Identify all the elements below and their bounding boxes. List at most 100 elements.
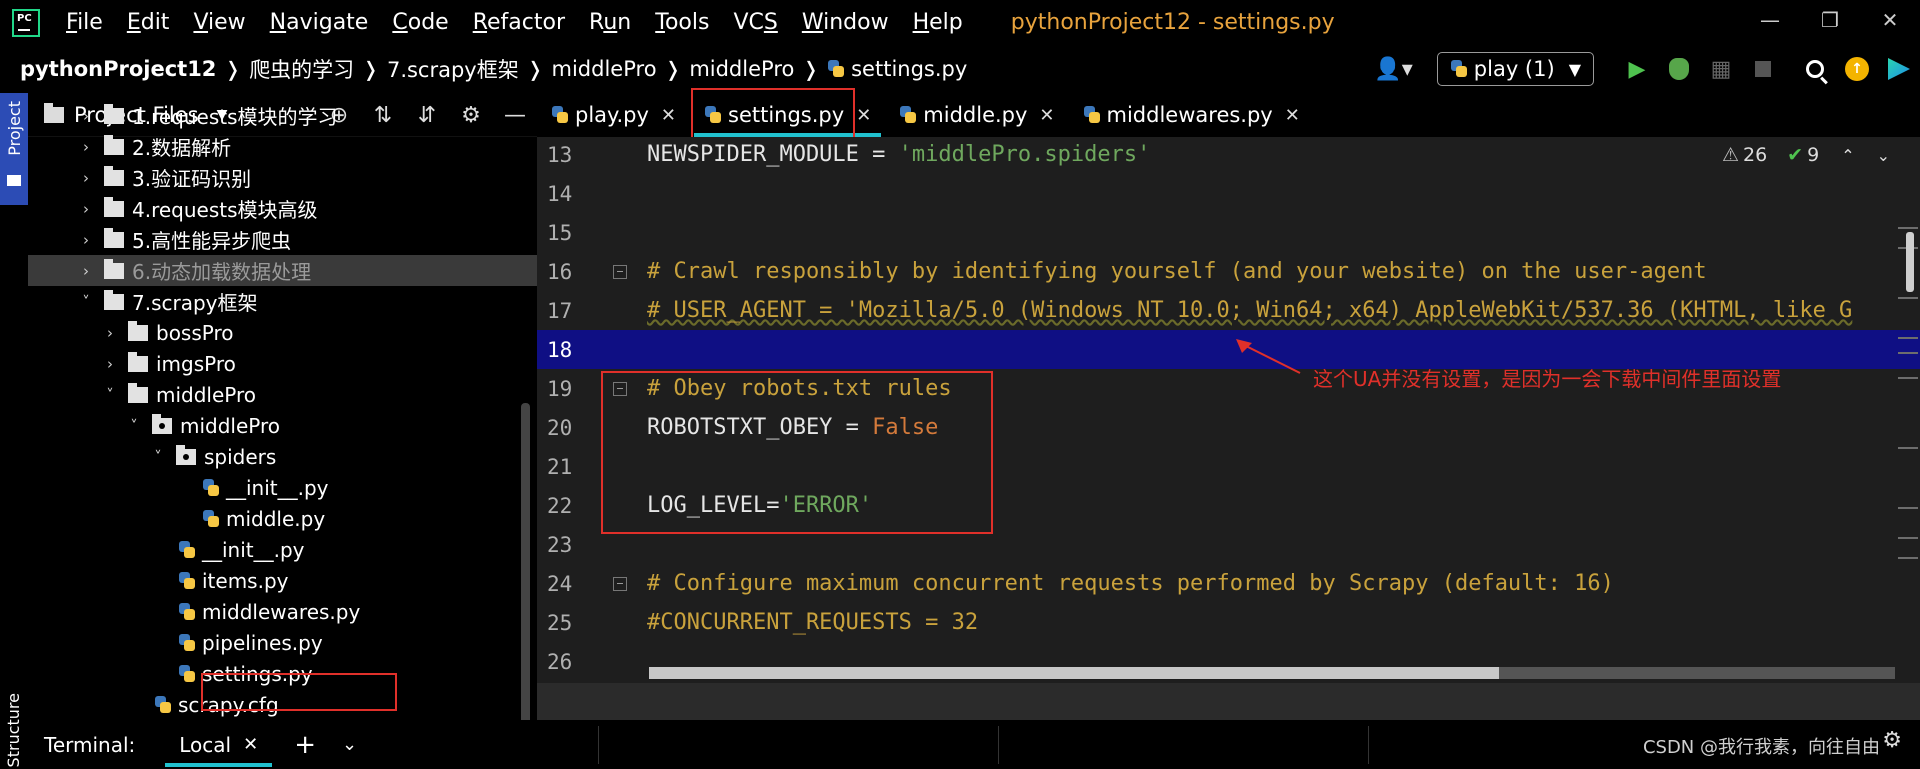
tree-item[interactable]: › 5.高性能异步爬虫: [28, 224, 537, 255]
tree-item[interactable]: › imgsPro: [28, 348, 537, 379]
tree-item[interactable]: middle.py: [28, 503, 537, 534]
stop-button[interactable]: [1742, 61, 1784, 77]
minimize-icon[interactable]: —: [1740, 0, 1800, 40]
chevron-right-icon[interactable]: ›: [78, 169, 94, 187]
chevron-right-icon[interactable]: ›: [78, 231, 94, 249]
close-icon[interactable]: ✕: [1285, 105, 1300, 126]
tree-item-label: pipelines.py: [202, 630, 323, 655]
breadcrumb-folder[interactable]: middlePro: [689, 57, 794, 81]
menu-item-text: avigate: [286, 10, 369, 35]
chevron-down-icon[interactable]: ˅: [78, 293, 94, 311]
debug-button[interactable]: [1658, 58, 1700, 80]
tree-item[interactable]: pipelines.py: [28, 627, 537, 658]
tree-item[interactable]: › 6.动态加载数据处理: [28, 255, 537, 286]
menu-item[interactable]: Code: [380, 10, 460, 35]
tree-item[interactable]: › 3.验证码识别: [28, 162, 537, 193]
tree-item[interactable]: __init__.py: [28, 472, 537, 503]
restore-icon[interactable]: ❐: [1800, 0, 1860, 40]
close-icon[interactable]: ✕: [856, 105, 871, 126]
tree-item[interactable]: › 4.requests模块高级: [28, 193, 537, 224]
structure-tool-tab[interactable]: Structure: [4, 693, 23, 767]
code-line[interactable]: 25 #CONCURRENT_REQUESTS = 32: [537, 603, 1920, 642]
toolbar-right: 👤▾ play (1) ▼ ▶ ▦ ↑: [1374, 45, 1920, 93]
close-icon[interactable]: ✕: [661, 105, 676, 126]
menu-item[interactable]: VCS: [721, 10, 789, 35]
terminal-tab-local[interactable]: Local ✕: [165, 720, 273, 769]
chevron-down-icon[interactable]: ˅: [126, 417, 142, 435]
menu-mnemonic: H: [912, 10, 930, 35]
chevron-right-icon[interactable]: ›: [78, 107, 94, 125]
code-text: # Crawl responsibly by identifying yours…: [647, 259, 1707, 284]
menu-item[interactable]: Refactor: [461, 10, 577, 35]
chevron-right-icon[interactable]: ›: [102, 355, 118, 373]
pycharm-logo-icon[interactable]: PC: [12, 8, 40, 37]
code-editor[interactable]: ⚠ 26 ✔ 9 ⌃ ⌄ 13 NEWSPIDER_MODULE = 'middl…: [537, 137, 1920, 683]
scrollbar-thumb[interactable]: [649, 667, 1499, 679]
chevron-right-icon[interactable]: ›: [78, 262, 94, 280]
coverage-button[interactable]: ▦: [1700, 57, 1742, 82]
folder-icon: [128, 382, 148, 403]
editor-tab[interactable]: middlewares.py ✕: [1069, 93, 1314, 137]
search-button[interactable]: [1794, 60, 1836, 78]
close-icon[interactable]: ✕: [1039, 105, 1054, 126]
fold-icon[interactable]: [613, 264, 627, 279]
tree-item[interactable]: ˅ spiders: [28, 441, 537, 472]
user-icon[interactable]: 👤▾: [1374, 57, 1412, 82]
tree-item[interactable]: ˅ 7.scrapy框架: [28, 286, 537, 317]
chevron-down-icon[interactable]: ˅: [102, 386, 118, 404]
code-line[interactable]: 17 # USER_AGENT = 'Mozilla/5.0 (Windows N…: [537, 291, 1920, 330]
jetbrains-button[interactable]: [1878, 58, 1920, 80]
gear-icon[interactable]: ⚙: [1882, 728, 1902, 753]
menu-item[interactable]: File: [54, 10, 115, 35]
menu-item-text: R: [589, 10, 604, 35]
chevron-down-icon[interactable]: ˅: [150, 448, 166, 466]
line-number: 23: [547, 532, 573, 557]
tree-item-label: items.py: [202, 568, 289, 593]
editor-vertical-scrollbar[interactable]: [1906, 232, 1914, 292]
tree-item[interactable]: ˅ middlePro: [28, 379, 537, 410]
code-line[interactable]: 24 # Configure maximum concurrent request…: [537, 564, 1920, 603]
menu-item[interactable]: Window: [790, 10, 901, 35]
breadcrumb-folder[interactable]: middlePro: [552, 57, 657, 81]
chevron-down-icon[interactable]: ⌄: [342, 734, 357, 755]
code-line[interactable]: 16 # Crawl responsibly by identifying you…: [537, 252, 1920, 291]
project-tool-tab[interactable]: Project: [0, 93, 28, 205]
breadcrumb-file[interactable]: settings.py: [851, 57, 967, 81]
menu-item[interactable]: Run: [577, 10, 643, 35]
editor-tab[interactable]: middle.py ✕: [885, 93, 1068, 137]
tree-item[interactable]: › 2.数据解析: [28, 131, 537, 162]
tree-item[interactable]: middlewares.py: [28, 596, 537, 627]
close-icon[interactable]: ✕: [243, 734, 258, 755]
code-line[interactable]: 14: [537, 174, 1920, 213]
add-terminal-icon[interactable]: +: [294, 730, 316, 760]
run-button[interactable]: ▶: [1616, 57, 1658, 82]
run-config-select[interactable]: play (1) ▼: [1436, 52, 1594, 86]
menu-item[interactable]: View: [181, 10, 257, 35]
chevron-right-icon[interactable]: ›: [78, 138, 94, 156]
breadcrumb-folder[interactable]: 7.scrapy框架: [387, 54, 519, 84]
chevron-right-icon[interactable]: ›: [102, 324, 118, 342]
menu-item[interactable]: Help: [901, 10, 975, 35]
menu-item[interactable]: Edit: [115, 10, 182, 35]
code-line[interactable]: 13 NEWSPIDER_MODULE = 'middlePro.spiders': [537, 137, 1920, 174]
breadcrumb-project[interactable]: pythonProject12: [20, 57, 216, 81]
tree-scrollbar[interactable]: [521, 403, 530, 720]
close-window-icon[interactable]: ✕: [1860, 0, 1920, 40]
line-number: 17: [547, 298, 573, 323]
chevron-right-icon[interactable]: ›: [78, 200, 94, 218]
menu-item[interactable]: Navigate: [258, 10, 381, 35]
editor-horizontal-scrollbar[interactable]: [649, 667, 1895, 679]
breadcrumb-folder[interactable]: 爬虫的学习: [249, 54, 354, 84]
editor-tab[interactable]: play.py ✕: [537, 93, 690, 137]
fold-icon[interactable]: [613, 576, 627, 591]
tree-item[interactable]: items.py: [28, 565, 537, 596]
tree-item[interactable]: › 1.requests模块的学习: [28, 100, 537, 131]
code-text: # USER_AGENT = 'Mozilla/5.0 (Windows NT …: [647, 298, 1852, 323]
code-line[interactable]: 15: [537, 213, 1920, 252]
tree-item-label: imgsPro: [156, 351, 236, 376]
update-button[interactable]: ↑: [1836, 57, 1878, 81]
tree-item[interactable]: ˅ middlePro: [28, 410, 537, 441]
tree-item[interactable]: __init__.py: [28, 534, 537, 565]
menu-item[interactable]: Tools: [643, 10, 721, 35]
tree-item[interactable]: › bossPro: [28, 317, 537, 348]
